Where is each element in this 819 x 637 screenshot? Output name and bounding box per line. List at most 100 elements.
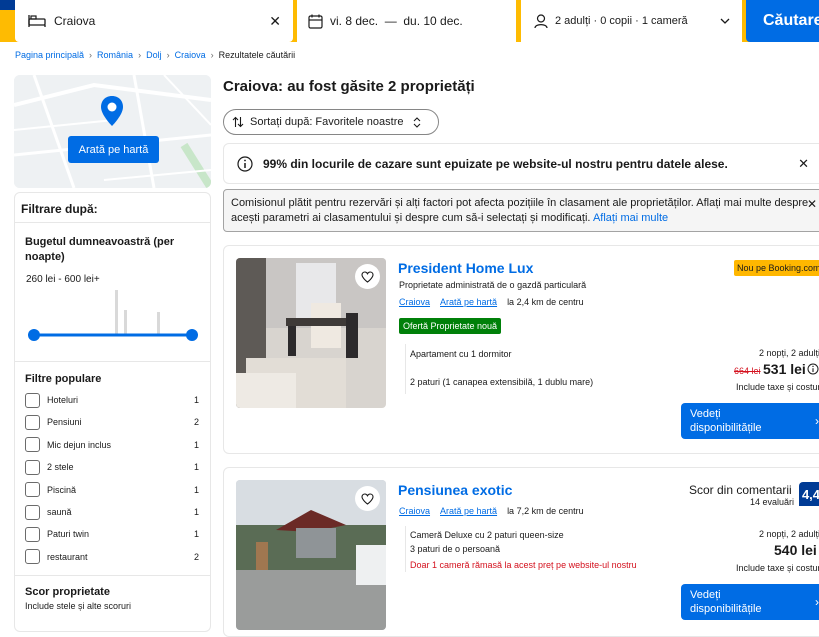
bed-info: 2 paturi (1 canapea extensibilă, 1 dublu…: [410, 377, 594, 387]
close-icon[interactable]: ✕: [807, 197, 817, 212]
distance: la 7,2 km de centru: [507, 506, 584, 516]
checkbox[interactable]: [25, 526, 40, 542]
notice-text: 99% din locurile de cazare sunt epuizate…: [263, 156, 728, 171]
filter-option[interactable]: 2 stele 1: [25, 458, 199, 476]
filter-count: 1: [193, 462, 199, 473]
filter-option[interactable]: Pensiuni 2: [25, 413, 199, 431]
score-filter-subtitle: Include stele și alte scoruri: [25, 601, 132, 611]
see-availability-button[interactable]: Vedeți disponibilitățile ›: [681, 584, 819, 620]
button-label[interactable]: Vedeți disponibilitățile: [690, 407, 780, 435]
location-row: Craiova Arată pe hartă la 2,4 km de cent…: [399, 297, 584, 307]
filter-option[interactable]: restaurant 2: [25, 548, 199, 566]
city-link[interactable]: Craiova: [399, 506, 430, 516]
bed-icon: [28, 14, 46, 28]
property-subtitle: Proprietate administrată de o gazdă part…: [399, 280, 587, 290]
review-count: 14 evaluări: [750, 497, 795, 507]
clear-icon[interactable]: ✕: [269, 13, 281, 30]
close-icon[interactable]: ✕: [798, 156, 809, 172]
review-score-badge: 4,4: [799, 482, 819, 506]
room-type: Apartament cu 1 dormitor: [410, 349, 512, 359]
divider: [405, 344, 406, 394]
filter-option[interactable]: saună 1: [25, 503, 199, 521]
filter-label: Paturi twin: [47, 529, 90, 540]
heart-icon[interactable]: [355, 486, 380, 511]
search-bar: Craiova ✕ vi. 8 dec. — du. 10 dec. 2 adu…: [0, 0, 819, 42]
breadcrumb-separator: ›: [166, 50, 170, 60]
breadcrumb-country[interactable]: România: [97, 50, 133, 60]
date-field[interactable]: vi. 8 dec. — du. 10 dec.: [297, 0, 516, 42]
breadcrumb-home[interactable]: Pagina principală: [15, 50, 84, 60]
filters-title: Filtrare după:: [15, 193, 210, 223]
distance: la 2,4 km de centru: [507, 297, 584, 307]
filter-count: 1: [193, 439, 199, 450]
city-link[interactable]: Craiova: [399, 297, 430, 307]
filter-option[interactable]: Piscină 1: [25, 481, 199, 499]
filter-count: 1: [193, 507, 199, 517]
sort-label[interactable]: Sortați după: Favoritele noastre: [250, 116, 403, 128]
breadcrumb-region[interactable]: Dolj: [146, 50, 162, 60]
chevron-down-icon[interactable]: [720, 18, 730, 24]
checkbox[interactable]: [25, 414, 40, 430]
breadcrumb-current: Rezultatele căutării: [218, 50, 296, 60]
property-photo[interactable]: [236, 480, 386, 630]
budget-min-handle[interactable]: [28, 329, 40, 341]
show-on-map-button[interactable]: Arată pe hartă: [68, 136, 159, 163]
destination-field[interactable]: Craiova ✕: [15, 0, 293, 42]
date-value[interactable]: vi. 8 dec. — du. 10 dec.: [330, 14, 463, 28]
info-circle-icon[interactable]: [807, 363, 819, 375]
filter-count: 2: [193, 551, 199, 562]
filter-label: Pensiuni: [47, 417, 82, 428]
divider: [405, 526, 406, 572]
budget-max-handle[interactable]: [186, 329, 198, 341]
show-on-map-link[interactable]: Arată pe hartă: [440, 297, 497, 307]
filter-label: Piscină: [47, 484, 77, 495]
property-name[interactable]: President Home Lux: [398, 260, 533, 276]
show-on-map-link[interactable]: Arată pe hartă: [440, 506, 497, 516]
guests-field[interactable]: 2 adulți · 0 copii · 1 cameră: [521, 0, 742, 42]
see-availability-button[interactable]: Vedeți disponibilitățile ›: [681, 403, 819, 439]
filter-count: 1: [193, 529, 199, 540]
commission-learn-more-link[interactable]: Aflați mai multe: [593, 212, 668, 224]
sold-out-notice: 99% din locurile de cazare sunt epuizate…: [223, 143, 819, 184]
property-name[interactable]: Pensiunea exotic: [398, 482, 512, 498]
checkbox[interactable]: [25, 459, 40, 475]
map-pin-icon: [100, 95, 124, 132]
filter-label: Hoteluri: [47, 395, 79, 405]
budget-histogram: [34, 290, 192, 337]
chevron-updown-icon: [413, 116, 421, 128]
price: 540 lei: [774, 542, 817, 558]
filter-label: saună: [47, 507, 72, 517]
map-preview[interactable]: Arată pe hartă: [14, 75, 211, 188]
budget-title: Bugetul dumneavoastră (per noapte): [25, 236, 175, 263]
search-button[interactable]: Căutare: [746, 0, 819, 42]
stay-info: 2 nopți, 2 adulți: [759, 529, 819, 539]
chevron-right-icon: ›: [815, 595, 819, 609]
checkbox[interactable]: [25, 437, 40, 453]
heart-icon[interactable]: [355, 264, 380, 289]
filter-label: 2 stele: [47, 462, 74, 473]
checkbox[interactable]: [25, 392, 40, 408]
commission-info: Comisionul plătit pentru rezervări și al…: [223, 189, 819, 232]
new-property-badge: Ofertă Proprietate nouă: [399, 318, 502, 334]
property-card: President Home Lux Proprietate administr…: [223, 245, 819, 454]
checkbox[interactable]: [25, 504, 40, 520]
sort-dropdown[interactable]: Sortați după: Favoritele noastre: [223, 109, 439, 135]
breadcrumb-city[interactable]: Craiova: [175, 50, 206, 60]
breadcrumb-separator: ›: [89, 50, 93, 60]
sort-arrows-icon: [232, 116, 244, 128]
score-filter-title: Scor proprietate: [25, 586, 110, 598]
checkbox[interactable]: [25, 549, 40, 565]
filter-count: 1: [193, 395, 199, 405]
filter-label: Mic dejun inclus: [47, 439, 112, 450]
chevron-right-icon: ›: [815, 414, 819, 428]
checkbox[interactable]: [25, 482, 40, 498]
property-photo[interactable]: [236, 258, 386, 408]
popular-filters-title: Filtre populare: [25, 373, 102, 385]
filter-option[interactable]: Hoteluri 1: [25, 391, 199, 409]
person-icon: [534, 13, 548, 29]
destination-value[interactable]: Craiova: [54, 14, 95, 28]
filter-option[interactable]: Mic dejun inclus 1: [25, 436, 199, 454]
guests-value[interactable]: 2 adulți · 0 copii · 1 cameră: [555, 15, 688, 27]
filter-option[interactable]: Paturi twin 1: [25, 525, 199, 543]
button-label[interactable]: Vedeți disponibilitățile: [690, 588, 780, 616]
